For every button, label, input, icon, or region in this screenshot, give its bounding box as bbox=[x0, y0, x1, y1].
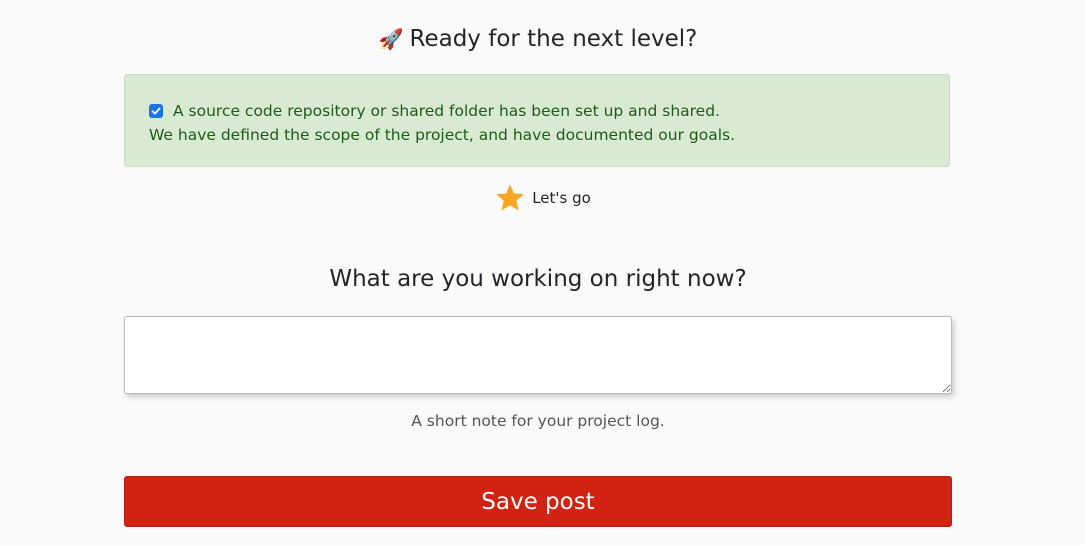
repository-label: A source code repository or shared folde… bbox=[173, 102, 720, 120]
level-badge: Let's go bbox=[0, 182, 1085, 214]
working-on-heading: What are you working on right now? bbox=[329, 266, 747, 292]
level-label: Let's go bbox=[532, 189, 591, 207]
next-level-title: Ready for the next level? bbox=[409, 26, 698, 52]
checklist-item: A source code repository or shared folde… bbox=[149, 99, 925, 123]
project-note-textarea[interactable] bbox=[124, 316, 952, 394]
checklist-panel: A source code repository or shared folde… bbox=[124, 74, 950, 167]
repository-checkbox[interactable] bbox=[149, 104, 163, 118]
rocket-icon: 🚀 bbox=[378, 27, 404, 51]
next-level-heading: 🚀 Ready for the next level? bbox=[124, 26, 952, 52]
scope-label: We have defined the scope of the project… bbox=[149, 126, 736, 144]
post-form-page: 🚀 Ready for the next level? A source code… bbox=[0, 0, 1085, 545]
checkmark-icon bbox=[151, 107, 161, 115]
star-icon bbox=[496, 184, 524, 211]
save-post-button[interactable]: Save post bbox=[124, 476, 952, 527]
note-help-text: A short note for your project log. bbox=[411, 412, 665, 430]
checklist-item: We have defined the scope of the project… bbox=[149, 123, 925, 147]
